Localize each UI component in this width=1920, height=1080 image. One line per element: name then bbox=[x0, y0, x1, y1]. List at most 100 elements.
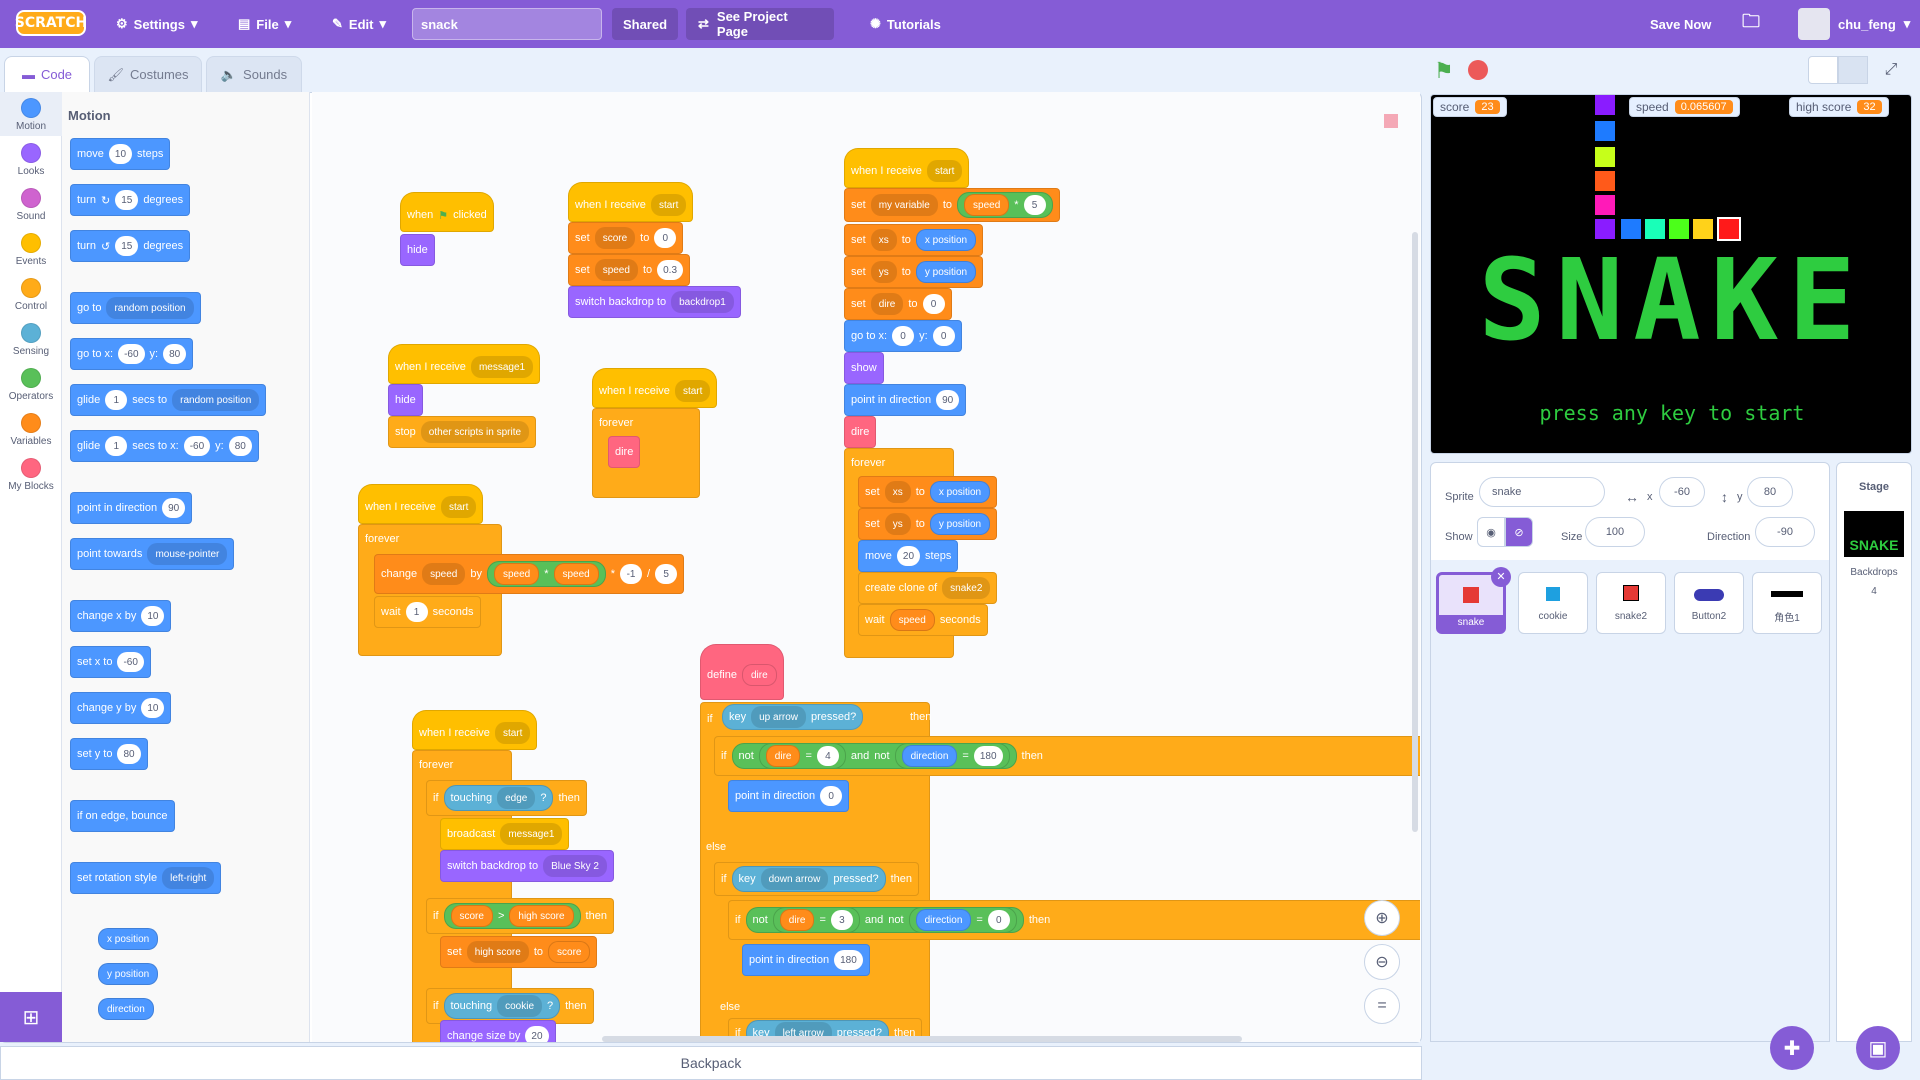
save-now-button[interactable]: Save Now bbox=[1650, 0, 1711, 48]
glide-to-block[interactable]: glide 1 secs to random position bbox=[70, 384, 267, 416]
green-flag-icon[interactable]: ⚑ bbox=[1434, 58, 1454, 84]
switch-backdrop-block[interactable]: switch backdrop to backdrop1 bbox=[568, 286, 741, 318]
change-speed-block[interactable]: change speed by speed * speed * -1/5 bbox=[374, 554, 685, 594]
if-key-down-block[interactable]: if key down arrow pressed? then bbox=[714, 862, 920, 896]
turn-right-block[interactable]: turn ↻ 15 degrees bbox=[70, 184, 191, 216]
create-clone-block[interactable]: create clone of snake2 bbox=[858, 572, 998, 604]
when-flag-clicked-hat[interactable]: when ⚑ clicked bbox=[400, 192, 494, 232]
edit-menu[interactable]: ✎ Edit ▾ bbox=[332, 0, 386, 48]
point-direction-block[interactable]: point in direction 90 bbox=[70, 492, 193, 524]
bounce-block[interactable]: if on edge, bounce bbox=[70, 800, 175, 832]
stage-panel[interactable]: Stage SNAKE Backdrops 4 bbox=[1836, 462, 1912, 1042]
define-dire-hat[interactable]: define dire bbox=[700, 644, 784, 700]
if-not-dire-3-block[interactable]: if not dire = 3 and not direction = 0 then bbox=[728, 900, 1420, 940]
change-x-block[interactable]: change x by 10 bbox=[70, 600, 172, 632]
delete-sprite-icon[interactable]: ✕ bbox=[1491, 567, 1511, 587]
tutorials-button[interactable]: ✺ Tutorials bbox=[870, 0, 941, 48]
sprite-thumb-button2[interactable]: Button2 bbox=[1674, 572, 1744, 634]
add-sprite-button[interactable]: ✚ bbox=[1770, 1026, 1814, 1070]
stop-block[interactable]: stop other scripts in sprite bbox=[388, 416, 537, 448]
if-score-gt-block[interactable]: if score > high score then bbox=[426, 898, 614, 934]
vertical-scrollbar[interactable] bbox=[1412, 232, 1418, 832]
add-extension-button[interactable]: ⊞ bbox=[0, 992, 62, 1042]
hide-block-2[interactable]: hide bbox=[388, 384, 423, 416]
y-position-reporter[interactable]: y position bbox=[98, 963, 159, 985]
direction-reporter[interactable]: direction bbox=[98, 998, 154, 1020]
point-towards-block[interactable]: point towards mouse-pointer bbox=[70, 538, 235, 570]
go-to-block[interactable]: go to random position bbox=[70, 292, 201, 324]
sprite-thumb-snake[interactable]: snake ✕ bbox=[1436, 567, 1511, 634]
when-receive-hat-2[interactable]: when I receive start bbox=[592, 368, 718, 408]
file-menu[interactable]: ▤ File ▾ bbox=[238, 0, 291, 48]
category-motion[interactable]: Motion bbox=[0, 92, 62, 136]
x-position-reporter[interactable]: x position bbox=[98, 928, 159, 950]
when-receive-hat-5[interactable]: when I receive start bbox=[412, 710, 538, 750]
set-xs-block-2[interactable]: set xs to x position bbox=[858, 476, 998, 508]
point-direction-180-block[interactable]: point in direction 180 bbox=[742, 944, 870, 976]
small-stage-button[interactable] bbox=[1808, 56, 1838, 84]
script-workspace[interactable]: when ⚑ clicked hide when I receive start se… bbox=[312, 92, 1420, 1042]
x-input[interactable]: -60 bbox=[1659, 477, 1705, 507]
show-visible-button[interactable]: ◉ bbox=[1477, 517, 1505, 547]
show-block[interactable]: show bbox=[844, 352, 884, 384]
glide-to-xy-block[interactable]: glide 1 secs to x: -60 y: 80 bbox=[70, 430, 259, 462]
switch-backdrop-block-2[interactable]: switch backdrop to Blue Sky 2 bbox=[440, 850, 614, 882]
point-direction-90-block[interactable]: point in direction 90 bbox=[844, 384, 967, 416]
set-speed-block[interactable]: set speed to 0.3 bbox=[568, 254, 691, 286]
dire-call-block[interactable]: dire bbox=[608, 436, 641, 468]
set-ys-block-2[interactable]: set ys to y position bbox=[858, 508, 998, 540]
project-title-input[interactable] bbox=[412, 8, 602, 40]
size-input[interactable]: 100 bbox=[1585, 517, 1645, 547]
tab-costumes[interactable]: 🖌 Costumes bbox=[94, 56, 202, 92]
point-direction-0-block[interactable]: point in direction 0 bbox=[728, 780, 850, 812]
set-ys-block[interactable]: set ys to y position bbox=[844, 256, 984, 288]
hide-block[interactable]: hide bbox=[400, 234, 435, 266]
y-input[interactable]: 80 bbox=[1747, 477, 1793, 507]
backpack[interactable]: Backpack bbox=[0, 1046, 1422, 1080]
category-sound[interactable]: Sound bbox=[0, 182, 62, 226]
scratch-logo[interactable]: SCRATCH bbox=[15, 10, 87, 36]
normal-stage-button[interactable] bbox=[1838, 56, 1868, 84]
dire-call-block-2[interactable]: dire bbox=[844, 416, 877, 448]
zoom-out-button[interactable]: ⊖ bbox=[1364, 944, 1400, 980]
if-not-dire-4-block[interactable]: if not dire = 4 and not direction = 180 then bbox=[714, 736, 1420, 776]
change-size-block[interactable]: change size by 20 bbox=[440, 1020, 556, 1042]
rotation-style-block[interactable]: set rotation style left-right bbox=[70, 862, 222, 894]
key-up-pressed[interactable]: key up arrow pressed? bbox=[722, 704, 864, 730]
horizontal-scrollbar[interactable] bbox=[602, 1036, 1242, 1042]
category-variables[interactable]: Variables bbox=[0, 407, 62, 451]
category-sensing[interactable]: Sensing bbox=[0, 317, 62, 361]
go-to-xy-block[interactable]: go to x: -60 y: 80 bbox=[70, 338, 194, 370]
move-block[interactable]: move 10 steps bbox=[70, 138, 171, 170]
goto-xy-block[interactable]: go to x: 0 y: 0 bbox=[844, 320, 962, 352]
wait-speed-block[interactable]: wait speed seconds bbox=[858, 604, 988, 636]
if-touching-edge-block[interactable]: if touching edge? then bbox=[426, 780, 587, 816]
set-my-variable-block[interactable]: set my variable to speed * 5 bbox=[844, 188, 1060, 222]
turn-left-block[interactable]: turn ↺ 15 degrees bbox=[70, 230, 191, 262]
when-receive-message1-hat[interactable]: when I receive message1 bbox=[388, 344, 541, 384]
stage[interactable]: score 23 speed 0.065607 high score 32 SNAKE… bbox=[1430, 94, 1912, 454]
see-project-page-button[interactable]: ⇄ See Project Page bbox=[686, 8, 834, 40]
sprite-thumb-snake2[interactable]: snake2 bbox=[1596, 572, 1666, 634]
category-events[interactable]: Events bbox=[0, 227, 62, 271]
add-backdrop-button[interactable]: ▣ bbox=[1856, 1026, 1900, 1070]
sprite-name-input[interactable] bbox=[1479, 477, 1605, 507]
zoom-in-button[interactable]: ⊕ bbox=[1364, 900, 1400, 936]
if-touching-cookie-block[interactable]: if touching cookie? then bbox=[426, 988, 594, 1024]
shared-button[interactable]: Shared bbox=[612, 8, 678, 40]
zoom-reset-button[interactable]: = bbox=[1364, 988, 1400, 1024]
category-operators[interactable]: Operators bbox=[0, 362, 62, 406]
when-receive-hat[interactable]: when I receive start bbox=[568, 182, 694, 222]
set-high-score-block[interactable]: set high score to score bbox=[440, 936, 598, 968]
tab-code[interactable]: ▬ Code bbox=[4, 56, 90, 92]
stop-button[interactable] bbox=[1468, 60, 1488, 80]
set-x-block[interactable]: set x to -60 bbox=[70, 646, 151, 678]
set-xs-block[interactable]: set xs to x position bbox=[844, 224, 984, 256]
category-looks[interactable]: Looks bbox=[0, 137, 62, 181]
tab-sounds[interactable]: 🔈 Sounds bbox=[206, 56, 302, 92]
settings-menu[interactable]: ⚙ Settings ▾ bbox=[116, 0, 197, 48]
direction-input[interactable]: -90 bbox=[1755, 517, 1815, 547]
when-receive-hat-4[interactable]: when I receive start bbox=[844, 148, 970, 188]
set-score-block[interactable]: set score to 0 bbox=[568, 222, 684, 254]
when-receive-hat-3[interactable]: when I receive start bbox=[358, 484, 484, 524]
